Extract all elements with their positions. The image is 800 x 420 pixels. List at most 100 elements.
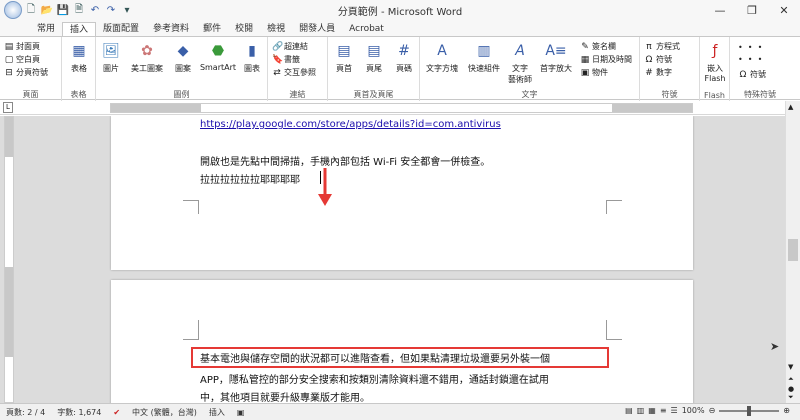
view-print-icon[interactable]: ▤ bbox=[625, 406, 633, 415]
number-button[interactable]: # 數字 bbox=[644, 67, 672, 78]
hyperlink-button[interactable]: 🔗 超連結 bbox=[272, 41, 308, 52]
chart-icon: ▮ bbox=[248, 43, 256, 59]
picture-button[interactable]: 🖼 圖片 bbox=[96, 39, 126, 74]
prev-page-icon[interactable]: ⏶ bbox=[788, 375, 794, 384]
vertical-ruler[interactable] bbox=[4, 116, 14, 403]
footer-icon: ▤ bbox=[367, 43, 381, 59]
shapes-button[interactable]: ◆ 圖案 bbox=[168, 39, 198, 74]
tab-view[interactable]: 檢視 bbox=[260, 22, 292, 36]
link-text[interactable]: https://play.google.com/store/apps/detai… bbox=[200, 119, 501, 130]
signature-line-button[interactable]: ✎ 簽名欄 bbox=[580, 41, 616, 52]
wordart-icon: A bbox=[515, 43, 525, 59]
tab-selector-icon[interactable]: L bbox=[3, 102, 13, 113]
group-links: 🔗 超連結 🔖 書籤 ⇄ 交互參照 連結 bbox=[268, 37, 328, 101]
equation-button[interactable]: π 方程式 bbox=[644, 41, 680, 52]
tab-acrobat[interactable]: Acrobat bbox=[342, 22, 391, 36]
new-doc-icon[interactable]: 🗋 bbox=[24, 3, 38, 17]
language[interactable]: 中文 (繁體，台灣) bbox=[126, 407, 203, 418]
table-button[interactable]: ▦ 表格 bbox=[62, 39, 96, 74]
down-arrow-icon bbox=[318, 168, 332, 206]
object-icon: ▣ bbox=[580, 67, 590, 78]
datetime-button[interactable]: ▦ 日期及時間 bbox=[580, 54, 632, 65]
symbol-button[interactable]: Ω 符號 bbox=[644, 54, 672, 65]
undo-icon[interactable]: ↶ bbox=[88, 3, 102, 17]
status-bar: 頁數: 2 / 4 字數: 1,674 ✔ 中文 (繁體，台灣) 插入 ▣ ▤ … bbox=[0, 403, 800, 420]
tab-insert[interactable]: 插入 bbox=[62, 22, 97, 36]
page-2[interactable]: 基本電池與儲存空間的狀況都可以進階查看，但如果點清理垃圾還要另外裝一個 APP，… bbox=[111, 280, 693, 403]
ruler-shade bbox=[5, 267, 13, 357]
special-symbol-grid[interactable]: • • • bbox=[738, 43, 762, 52]
group-label: Flash bbox=[704, 91, 725, 100]
browse-object-icon[interactable]: ● bbox=[788, 385, 794, 393]
zoom-slider[interactable] bbox=[719, 405, 780, 416]
office-button-icon[interactable] bbox=[4, 1, 22, 19]
special-symbol-grid-2[interactable]: • • • bbox=[738, 55, 762, 64]
zoom-level[interactable]: 100% bbox=[682, 406, 705, 415]
view-outline-icon[interactable]: ≡ bbox=[660, 406, 667, 415]
crop-mark bbox=[606, 320, 622, 340]
page-count[interactable]: 頁數: 2 / 4 bbox=[0, 407, 51, 418]
flash-icon: ƒ bbox=[712, 43, 718, 59]
crossref-icon: ⇄ bbox=[273, 67, 281, 78]
view-fullscreen-icon[interactable]: ▥ bbox=[637, 406, 645, 415]
minimize-button[interactable]: — bbox=[704, 0, 736, 20]
page-number-icon: # bbox=[398, 43, 410, 59]
quickparts-button[interactable]: ▥ 快速組件 bbox=[464, 39, 504, 74]
smartart-button[interactable]: ⬣ SmartArt bbox=[198, 39, 238, 72]
footer-button[interactable]: ▤ 頁尾 bbox=[360, 39, 388, 74]
blank-page-button[interactable]: ▢ 空白頁 bbox=[4, 54, 40, 65]
zoom-out-icon[interactable]: ⊖ bbox=[709, 406, 716, 415]
bookmark-button[interactable]: 🔖 書籤 bbox=[272, 54, 300, 65]
group-label: 頁首及頁尾 bbox=[353, 90, 394, 99]
page-number-button[interactable]: # 頁碼 bbox=[390, 39, 418, 74]
close-button[interactable]: ✕ bbox=[768, 0, 800, 20]
embed-flash-button[interactable]: ƒ 嵌入 Flash bbox=[700, 39, 730, 83]
maximize-button[interactable]: ❐ bbox=[736, 0, 768, 20]
cover-page-button[interactable]: ▤ 封面頁 bbox=[4, 41, 40, 52]
scroll-down-icon[interactable]: ▼ bbox=[788, 363, 793, 371]
redo-icon[interactable]: ↷ bbox=[104, 3, 118, 17]
clipart-button[interactable]: ✿ 美工圖案 bbox=[126, 39, 168, 74]
tab-review[interactable]: 校閱 bbox=[228, 22, 260, 36]
open-icon[interactable]: 📂 bbox=[40, 3, 54, 17]
tab-developer[interactable]: 開發人員 bbox=[292, 22, 342, 36]
insert-mode[interactable]: 插入 bbox=[203, 407, 231, 418]
paragraph-line: 拉拉拉拉拉拉耶耶耶耶 bbox=[200, 175, 300, 186]
tab-mailings[interactable]: 郵件 bbox=[196, 22, 228, 36]
customize-qat-icon[interactable]: ▾ bbox=[120, 3, 134, 17]
print-preview-icon[interactable]: 🗎 bbox=[72, 3, 86, 17]
word-count[interactable]: 字數: 1,674 bbox=[51, 407, 107, 418]
tab-home[interactable]: 常用 bbox=[30, 22, 62, 36]
tab-references[interactable]: 參考資料 bbox=[146, 22, 196, 36]
textbox-button[interactable]: A 文字方塊 bbox=[422, 39, 462, 74]
next-page-icon[interactable]: ⏷ bbox=[788, 393, 794, 402]
macro-icon[interactable]: ▣ bbox=[231, 408, 251, 417]
mouse-pointer-icon: ➤ bbox=[770, 340, 780, 353]
page-1[interactable]: https://play.google.com/store/apps/detai… bbox=[111, 116, 693, 270]
crossref-button[interactable]: ⇄ 交互參照 bbox=[272, 67, 316, 78]
paragraph-line: 中，其他項目就要升級專業版才能用。 bbox=[200, 393, 370, 403]
ribbon-tabs: 常用 插入 版面配置 參考資料 郵件 校閱 檢視 開發人員 Acrobat bbox=[0, 20, 800, 36]
save-icon[interactable]: 💾 bbox=[56, 3, 70, 17]
view-draft-icon[interactable]: ☰ bbox=[671, 406, 678, 415]
page-break-button[interactable]: ⊟ 分頁符號 bbox=[4, 67, 48, 78]
view-web-icon[interactable]: ▦ bbox=[648, 406, 656, 415]
special-symbol-button[interactable]: Ω 符號 bbox=[738, 69, 766, 80]
chart-button[interactable]: ▮ 圖表 bbox=[238, 39, 266, 74]
horizontal-ruler[interactable] bbox=[110, 103, 693, 113]
title-bar: 🗋 📂 💾 🗎 ↶ ↷ ▾ 分頁範例 - Microsoft Word — ❐ … bbox=[0, 0, 800, 20]
object-button[interactable]: ▣ 物件 bbox=[580, 67, 608, 78]
ruler-margin-right bbox=[612, 104, 692, 112]
vertical-scrollbar[interactable]: ▲ ▼ ⏶ ● ⏷ bbox=[785, 101, 800, 403]
scroll-thumb[interactable] bbox=[788, 239, 798, 261]
tab-layout[interactable]: 版面配置 bbox=[96, 22, 146, 36]
scroll-up-icon[interactable]: ▲ bbox=[788, 103, 793, 111]
zoom-knob[interactable] bbox=[747, 405, 752, 416]
group-flash: ƒ 嵌入 Flash Flash bbox=[700, 37, 730, 101]
wordart-button[interactable]: A 文字 藝術師 bbox=[504, 39, 536, 85]
ruler-margin-left bbox=[111, 104, 201, 112]
zoom-in-icon[interactable]: ⊕ bbox=[783, 406, 790, 415]
header-button[interactable]: ▤ 頁首 bbox=[330, 39, 358, 74]
dropcap-button[interactable]: A≡ 首字放大 bbox=[536, 39, 576, 74]
spellcheck-icon[interactable]: ✔ bbox=[107, 408, 126, 417]
